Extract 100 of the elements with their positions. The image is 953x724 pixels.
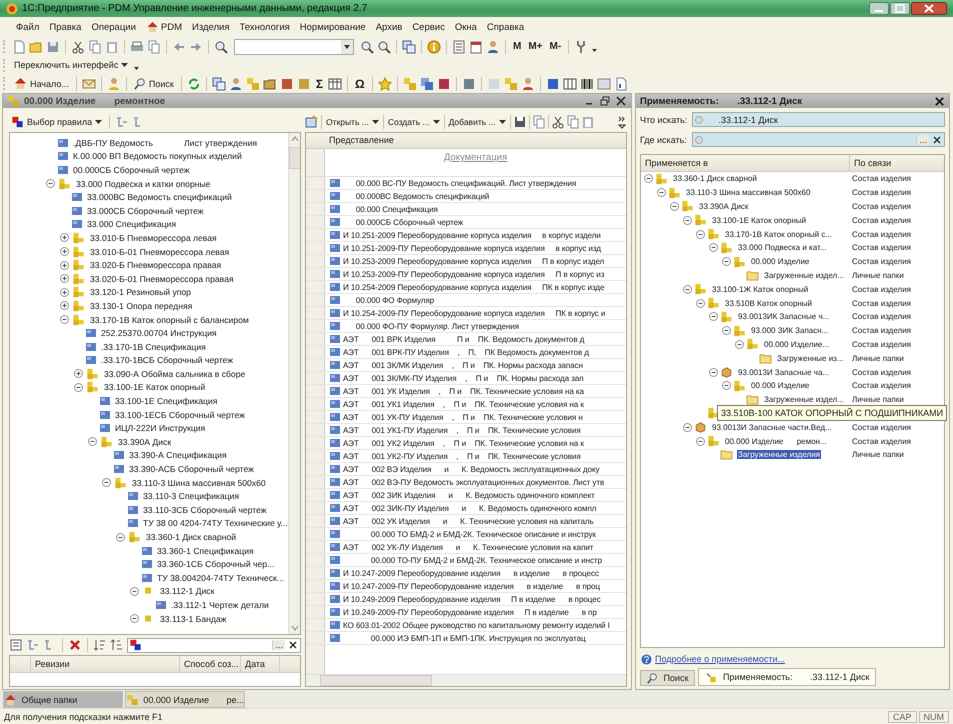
tree-item[interactable]: 33.110-3 Шина массивная 500х60 (685, 188, 812, 198)
table-cell[interactable]: И 10.249-2009-ПУ Переоборудование изделия П в изделие в пр (343, 608, 597, 616)
table-cell[interactable]: 00.000 ВС-ПУ Ведомость спецификаций. Лист утверждения (343, 178, 576, 188)
tree-item[interactable]: ИЦЛ-222И Инструкция (115, 423, 206, 434)
tree-item[interactable]: 33.390А Диск (698, 202, 750, 211)
table-cell[interactable]: АЭТ 001 УК-ПУ Изделия , П и ПК. Технические условия н (343, 412, 583, 422)
table-cell[interactable]: АЭТ 002 УК-ЛУ Изделия и К. Технические условия на капит (343, 542, 594, 552)
table-cell[interactable]: АЭТ 001 ВРК Изделия П и ПК. Ведомость документов д (343, 334, 584, 344)
table-cell[interactable]: И 10.254-2009-ПУ Переоборудование корпуса изделия ПК в корпус и (343, 308, 606, 318)
table-cell[interactable]: АЭТ 001 УК2-ПУ Изделия , П и ПК. Технические условия (343, 452, 581, 460)
dropdown-button[interactable]: Добавить ... (446, 116, 508, 128)
tree-item[interactable]: 93.0013И Запасные ча... (737, 368, 830, 377)
table-cell[interactable]: И 10.253-2009 Переоборудование корпуса изделия П в корпус издел (343, 256, 604, 266)
tree-item[interactable]: 33.110-3 Шина массивная 500х60 (132, 478, 266, 488)
table-cell[interactable]: 00.000 ФО Формуляр (343, 296, 434, 304)
symbol-button[interactable]: Ω (353, 76, 367, 90)
tree-item[interactable]: Загруженные из... (776, 354, 845, 363)
table-cell[interactable]: АЭТ 002 ЗИК-ПУ Изделия и К. Ведомость одиночного компл (343, 504, 596, 512)
table-cell[interactable]: И 10.247-2009-ПУ Переоборудование изделия в изделие в проц (343, 582, 600, 590)
tree-item[interactable]: Загруженные изделия (737, 450, 821, 460)
location-field[interactable]: ... (692, 132, 945, 147)
tree-item[interactable]: 33.100-1Е Каток опорный (104, 382, 206, 392)
dropdown-button[interactable]: Создать ... (386, 116, 442, 128)
tree-item[interactable]: 33.110-3 Спецификация (143, 491, 240, 502)
select-button[interactable]: ... (272, 640, 285, 650)
table-cell[interactable]: 00.000СБ Сборочный чертеж (343, 218, 464, 226)
table-cell[interactable]: АЭТ 002 ВЭ-ПУ Ведомость эксплуатационных документов. Лист утв (343, 478, 604, 486)
rule-field[interactable]: ... (127, 638, 301, 652)
tree-item[interactable]: 00.000СБ Сборочный чертеж (73, 164, 190, 175)
tree-item[interactable]: 252.25370.00704 Инструкция (101, 328, 217, 338)
tree-item[interactable]: 33.360-1 Диск сварной (672, 174, 758, 184)
menu-item[interactable]: Окна (450, 20, 481, 34)
tree-item[interactable]: 33.100-1Е Спецификация (115, 396, 218, 406)
tree-item[interactable]: 33.360-1СБ Сборочный чер... (157, 559, 274, 570)
tree-item[interactable]: 33.390-А Спецификация (129, 450, 227, 460)
column-header[interactable]: Способ соз... (180, 656, 241, 672)
menu-item[interactable]: Сервис (408, 20, 449, 34)
table-cell[interactable]: АЭТ 001 ВРК-ПУ Изделия , П, ПК Ведомость документов д (343, 348, 589, 356)
tree-item[interactable]: .ДВБ-ПУ Ведомость Лист утверждения (73, 138, 258, 148)
column-header[interactable]: Ревизии (31, 656, 180, 672)
window-tab[interactable]: 00.000 Изделие ре... (125, 691, 245, 708)
tree-item[interactable]: 00.000 Изделие ремон... (724, 436, 828, 446)
tree-item[interactable]: 00.000 Изделие (750, 381, 810, 390)
table-cell[interactable]: 00.000ВС Ведомость спецификаций (343, 192, 490, 200)
menu-item[interactable]: Нормирование (296, 20, 370, 34)
tree-item[interactable]: 93.000 ЗИК Запасн... (750, 326, 830, 336)
table-cell[interactable]: И 10.254-2009 Переоборудование корпуса изделия ПК в корпус изде (343, 282, 604, 292)
tree-item[interactable]: 33.170-1В Каток опорный с... (724, 230, 834, 239)
search-button[interactable]: Поиск (132, 76, 176, 90)
menu-item[interactable]: Правка (45, 20, 86, 34)
tree-item[interactable]: 33.000ВС Ведомость спецификаций (87, 192, 232, 202)
tree-item[interactable]: 33.000 Подвеска и катки опорные (76, 178, 210, 189)
table-cell[interactable]: И 10.247-2009 Переоборудование изделия в изделие в процесс (343, 568, 599, 578)
tree-item[interactable]: 33.010-Б Пневморессора левая (90, 232, 217, 243)
table-cell[interactable]: И 10.253-2009-ПУ Переоборудование корпуса изделия П в корпус из (343, 270, 604, 278)
tree-item[interactable]: 33.360-1 Спецификация (157, 546, 254, 556)
tree-item[interactable]: 33.090-А Обойма сальника в сборе (104, 368, 246, 379)
memory-button[interactable]: M+ (526, 41, 545, 52)
table-cell[interactable]: 00.000 ИЭ БМП-1П и БМП-1ПК. Инструкция по эксплуатац (343, 634, 586, 642)
menu-item[interactable]: Операции (87, 20, 140, 34)
tree-item[interactable]: 33.120-1 Резиновый упор (90, 287, 191, 298)
tree-item[interactable]: 00.000 Изделие... (763, 340, 830, 349)
table-cell[interactable]: 00.000 ТО-ПУ БМД-2 и БМД-2К. Техническое описание и инстр (343, 556, 602, 564)
table-cell[interactable]: АЭТ 002 УК Изделия и К. Технические условия на капиталь (343, 516, 594, 526)
table-cell[interactable]: АЭТ 002 ЗИК Изделия и К. Ведомость одиночного комплект (343, 490, 595, 500)
tree-item[interactable]: 00.000 Изделие (750, 257, 810, 266)
tree-item[interactable]: 33.020-Б Пневморессора правая (90, 260, 222, 270)
table-cell[interactable]: АЭТ 001 УК Изделия , П и ПК. Технические условия на ка (343, 386, 584, 396)
tree-item[interactable]: .33.170-1В Спецификация (101, 342, 206, 352)
tab[interactable]: Поиск (640, 670, 696, 686)
interface-switch-button[interactable]: Переключить интерфейс (12, 59, 130, 71)
menu-item[interactable]: Справка (482, 20, 528, 34)
tree-item[interactable]: 33.000 Подвеска и кат... (737, 243, 828, 252)
memory-button[interactable]: M- (548, 41, 564, 52)
tree-item[interactable]: 33.000СБ Сборочный чертеж (87, 206, 204, 216)
table-cell[interactable]: И 10.251-2009-ПУ Переоборудование корпуса изделия в корпус изд (343, 244, 601, 252)
dropdown-button[interactable]: Открыть ... (324, 116, 381, 128)
table-cell[interactable]: АЭТ 002 ВЭ Изделия и К. Ведомость эксплуатационных доку (343, 464, 600, 474)
rule-select-button[interactable]: Выбор правила (9, 115, 104, 129)
tab[interactable]: Применяемость: .33.112-1 Диск (698, 668, 876, 686)
tree-item[interactable]: 33.113-1 Бандаж (160, 614, 226, 624)
sum-button[interactable]: Σ (314, 76, 326, 90)
tree-item[interactable]: 33.100-1Ж Каток опорный (711, 284, 810, 294)
menu-item[interactable]: Файл (12, 20, 44, 34)
menu-item[interactable]: PDM (142, 19, 186, 35)
tree-item[interactable]: 33.010-Б-01 Пневморессора левая (90, 246, 230, 257)
column-header[interactable]: Применяется в (641, 155, 850, 171)
table-cell[interactable]: КО 603.01-2002 Общее руководство по капитальному ремонту изделий I (343, 620, 610, 630)
memory-button[interactable]: M (511, 41, 524, 52)
tree-item[interactable]: 33.100-1ЕСБ Сборочный чертеж (115, 410, 245, 420)
menu-item[interactable]: Изделия (188, 20, 234, 34)
tree-item[interactable]: 33.112-1 Диск (160, 586, 214, 596)
table-cell[interactable]: АЭТ 001 ЗК/МК-ПУ Изделия , П и ПК. Нормы расхода зап (343, 374, 584, 382)
search-field[interactable]: .33.112-1 Диск (692, 112, 945, 127)
tree-item[interactable]: ТУ 38 00 4204-74ТУ Технические у... (143, 518, 288, 528)
tree-item[interactable]: 33.360-1 Диск сварной (146, 532, 236, 542)
menu-item[interactable]: Архив (372, 20, 406, 34)
table-cell[interactable]: АЭТ 001 УК1-ПУ Изделия , П и ПК. Технические условия (343, 426, 581, 434)
tree-item[interactable]: 33.100-1Е Каток опорный (711, 216, 808, 225)
tree-item[interactable]: .33.170-1ВСБ Сборочный чертеж (101, 355, 233, 366)
